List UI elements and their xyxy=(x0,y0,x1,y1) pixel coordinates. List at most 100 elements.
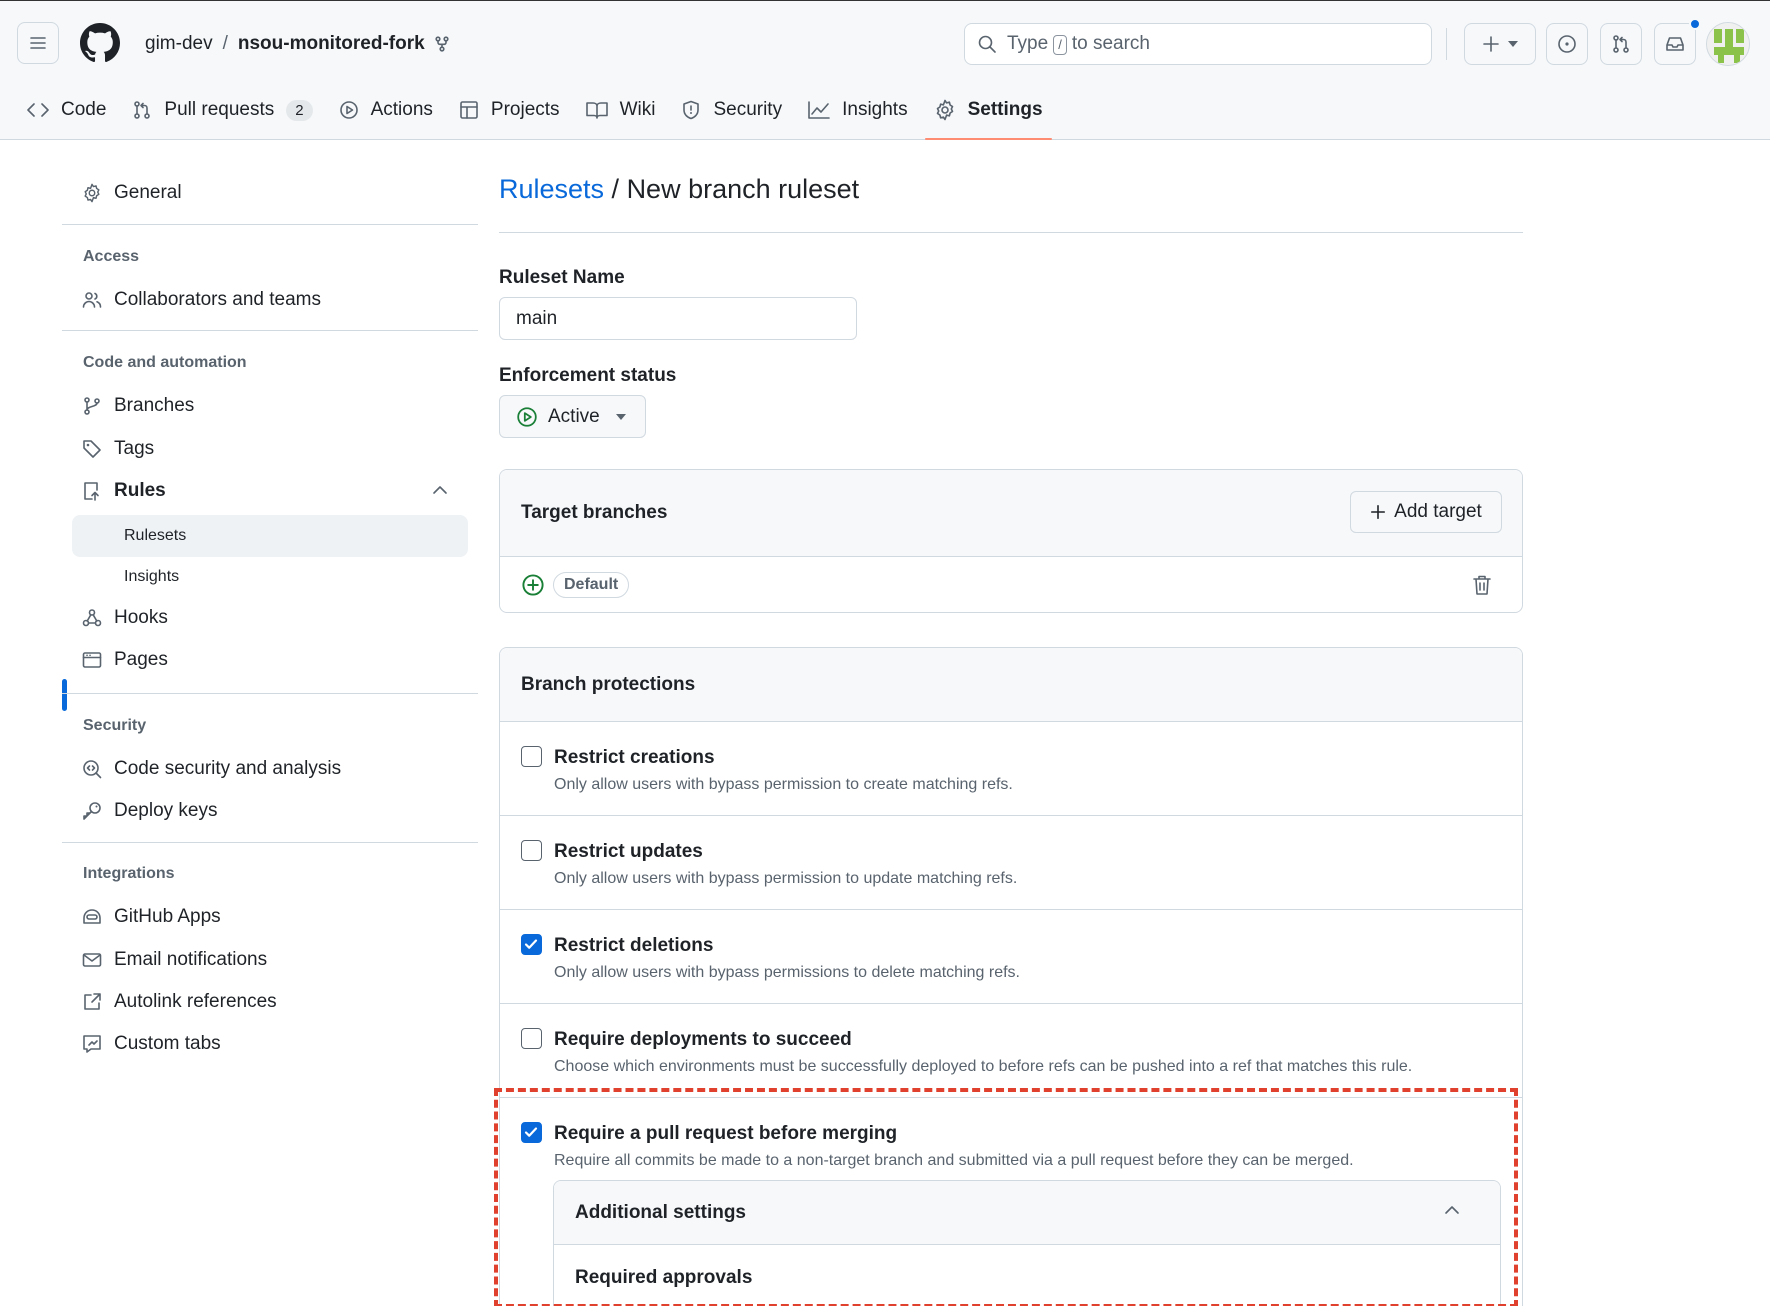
add-target-label: Add target xyxy=(1394,501,1482,522)
sidebar-item-pages[interactable]: Pages xyxy=(62,640,468,680)
inbox-icon xyxy=(1666,37,1684,51)
play-icon xyxy=(517,406,537,427)
enforcement-status-value: Active xyxy=(548,405,600,427)
sidebar-heading-integrations: Integrations xyxy=(83,865,175,882)
webhook-icon xyxy=(82,609,102,627)
sidebar-item-autolink[interactable]: Autolink references xyxy=(62,982,468,1022)
github-logo-icon[interactable] xyxy=(80,23,120,63)
tab-settings[interactable]: Settings xyxy=(921,89,1056,140)
require-pull-request-checkbox[interactable] xyxy=(521,1122,542,1143)
sidebar-heading-security: Security xyxy=(83,717,147,734)
sidebar-item-code-security[interactable]: Code security and analysis xyxy=(62,749,468,789)
rulesets-breadcrumb-link[interactable]: Rulesets xyxy=(499,174,604,204)
sidebar-item-label: GitHub Apps xyxy=(114,906,221,927)
create-new-button[interactable] xyxy=(1464,23,1536,65)
sidebar-item-label: Email notifications xyxy=(114,949,268,970)
rule-title: Require a pull request before merging xyxy=(554,1123,898,1144)
tab-label: Security xyxy=(713,99,783,120)
plus-circle-icon xyxy=(522,574,544,596)
key-icon xyxy=(83,802,101,820)
sidebar-item-label: Code security and analysis xyxy=(114,758,342,779)
hamburger-menu-button[interactable] xyxy=(17,22,59,64)
sidebar-active-indicator xyxy=(62,679,67,711)
rule-restrict-creations: Restrict creations Only allow users with… xyxy=(500,722,1522,816)
rule-title: Require deployments to succeed xyxy=(554,1029,852,1050)
sidebar-item-label: Custom tabs xyxy=(114,1033,221,1054)
add-target-button[interactable]: Add target xyxy=(1350,491,1502,533)
sidebar-item-rules[interactable]: Rules xyxy=(62,471,468,511)
required-approvals-label: Required approvals xyxy=(575,1267,753,1288)
sidebar-item-branches[interactable]: Branches xyxy=(62,386,468,426)
notifications-button[interactable] xyxy=(1654,18,1701,65)
tab-projects[interactable]: Projects xyxy=(446,89,573,131)
tab-security[interactable]: Security xyxy=(668,89,795,131)
sidebar-item-label: Pages xyxy=(114,649,168,670)
identicon-icon xyxy=(1707,23,1749,65)
sidebar-item-email-notifications[interactable]: Email notifications xyxy=(62,940,468,980)
enforcement-status-dropdown[interactable]: Active xyxy=(499,395,646,438)
tab-code[interactable]: Code xyxy=(14,89,119,131)
book-icon xyxy=(585,102,608,119)
require-deployments-checkbox[interactable] xyxy=(521,1028,542,1049)
pull-requests-button[interactable] xyxy=(1600,23,1642,65)
sidebar-item-label: Branches xyxy=(114,395,195,416)
pull-request-icon xyxy=(134,101,151,119)
sidebar-item-tags[interactable]: Tags xyxy=(62,429,468,469)
graph-icon xyxy=(808,101,830,119)
sidebar-item-rules-insights[interactable]: Insights xyxy=(72,557,468,597)
restrict-updates-checkbox[interactable] xyxy=(521,840,542,861)
additional-settings-panel: Additional settings Required approvals xyxy=(553,1180,1501,1306)
restrict-creations-checkbox[interactable] xyxy=(521,746,542,767)
plus-icon xyxy=(1483,36,1499,52)
mail-icon xyxy=(82,953,102,967)
tab-label: Settings xyxy=(967,99,1043,120)
sidebar-heading-access: Access xyxy=(83,248,140,265)
tab-pull-requests[interactable]: Pull requests 2 xyxy=(119,89,325,131)
browser-icon xyxy=(82,652,102,668)
sidebar-item-label: Hooks xyxy=(114,607,168,628)
rule-title: Restrict creations xyxy=(554,747,715,768)
sidebar-item-label: Autolink references xyxy=(114,991,277,1012)
cross-reference-icon xyxy=(84,993,101,1010)
repo-name-link[interactable]: nsou-monitored-fork xyxy=(238,33,425,55)
issues-button[interactable] xyxy=(1546,23,1588,65)
tab-label: Projects xyxy=(490,99,560,120)
triangle-down-icon xyxy=(615,413,626,420)
sidebar-item-rulesets[interactable]: Rulesets xyxy=(72,515,468,557)
repo-owner-link[interactable]: gim-dev xyxy=(145,33,213,55)
pull-request-icon xyxy=(1613,35,1629,53)
sidebar-item-general[interactable]: General xyxy=(62,173,468,213)
trash-icon[interactable] xyxy=(1472,574,1492,596)
sidebar-item-label: Deploy keys xyxy=(114,800,218,821)
sidebar-item-label: Tags xyxy=(114,438,155,459)
sidebar-item-collaborators[interactable]: Collaborators and teams xyxy=(62,280,468,320)
tab-label: Insights xyxy=(842,99,908,120)
search-shortcut-key: / xyxy=(1053,35,1067,55)
rule-description: Only allow users with bypass permission … xyxy=(554,776,1013,793)
repo-navigation: Code Pull requests 2 Actions Projects Wi… xyxy=(14,89,1056,141)
repo-breadcrumb: gim-dev / nsou-monitored-fork xyxy=(145,33,449,55)
ruleset-name-input[interactable]: main xyxy=(499,297,857,340)
tab-label: Wiki xyxy=(619,99,656,120)
tab-wiki[interactable]: Wiki xyxy=(573,89,669,131)
restrict-deletions-checkbox[interactable] xyxy=(521,934,542,955)
sidebar-item-custom-tabs[interactable]: Custom tabs xyxy=(62,1024,468,1064)
rule-description: Only allow users with bypass permission … xyxy=(554,870,1018,887)
sidebar-item-label: Rulesets xyxy=(124,527,187,544)
additional-settings-header[interactable]: Additional settings xyxy=(554,1181,1500,1245)
search-input[interactable]: Type / to search xyxy=(964,23,1432,65)
sidebar-item-github-apps[interactable]: GitHub Apps xyxy=(62,897,468,937)
app-header: gim-dev / nsou-monitored-fork Type / to se… xyxy=(0,1,1770,140)
target-branch-row: Default xyxy=(500,557,1522,612)
sidebar-item-deploy-keys[interactable]: Deploy keys xyxy=(62,791,468,831)
rule-title: Restrict deletions xyxy=(554,935,714,956)
tab-insights[interactable]: Insights xyxy=(795,89,920,131)
user-avatar[interactable] xyxy=(1706,22,1750,66)
unread-indicator xyxy=(1689,18,1701,30)
tab-actions[interactable]: Actions xyxy=(326,89,446,131)
sidebar-item-hooks[interactable]: Hooks xyxy=(62,598,468,638)
chevron-up-icon xyxy=(1445,1206,1459,1214)
sidebar-item-label: Insights xyxy=(124,568,180,585)
tag-icon xyxy=(83,440,101,458)
ruleset-name-label: Ruleset Name xyxy=(499,267,625,288)
